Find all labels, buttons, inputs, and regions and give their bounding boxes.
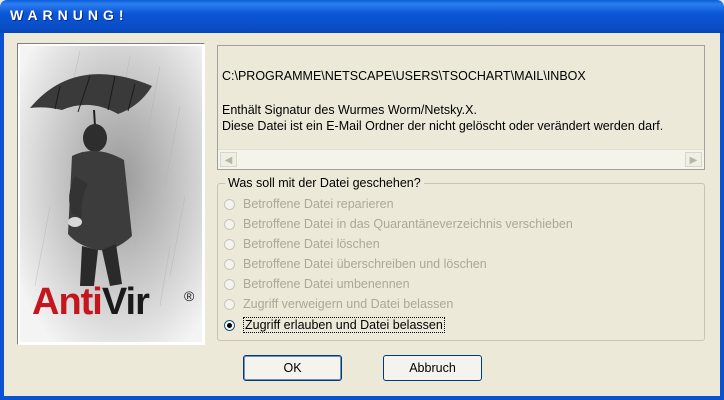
- ok-button[interactable]: OK: [243, 355, 342, 381]
- logo-anti: Anti: [32, 281, 103, 323]
- radio-deny-access: [224, 298, 235, 310]
- title-bar[interactable]: WARNUNG!: [0, 0, 724, 33]
- option-repair: Betroffene Datei reparieren: [224, 195, 394, 213]
- option-deny-access-label: Zugriff verweigern und Datei belassen: [243, 297, 454, 311]
- radio-allow-access[interactable]: [224, 319, 235, 331]
- horizontal-scrollbar[interactable]: ◀ ▶: [218, 149, 704, 169]
- antivir-logo-text: AntiVir: [32, 281, 150, 323]
- window-frame-right: [720, 33, 724, 400]
- radio-quarantine: [224, 218, 235, 230]
- window-frame-bottom: [0, 396, 724, 400]
- registered-mark: ®: [184, 288, 195, 304]
- option-delete: Betroffene Datei löschen: [224, 235, 380, 253]
- window-title: WARNUNG!: [10, 7, 129, 23]
- option-overwrite-delete-label: Betroffene Datei überschreiben und lösch…: [243, 257, 487, 271]
- logo-vir: Vir: [101, 281, 150, 323]
- option-quarantine-label: Betroffene Datei in das Quarantäneverzei…: [243, 217, 573, 231]
- option-allow-access[interactable]: Zugriff erlauben und Datei belassen: [224, 316, 445, 334]
- warning-dialog: WARNUNG! AntiVir ® C:\PROGRAMME\NETSCAPE…: [0, 0, 724, 400]
- option-repair-label: Betroffene Datei reparieren: [243, 197, 394, 211]
- radio-rename: [224, 278, 235, 290]
- action-group-legend: Was soll mit der Datei geschehen?: [225, 176, 424, 190]
- radio-delete: [224, 238, 235, 250]
- option-overwrite-delete: Betroffene Datei überschreiben und lösch…: [224, 255, 487, 273]
- scroll-left-icon[interactable]: ◀: [220, 152, 237, 167]
- option-delete-label: Betroffene Datei löschen: [243, 237, 380, 251]
- option-deny-access: Zugriff verweigern und Datei belassen: [224, 295, 453, 313]
- radio-repair: [224, 198, 235, 210]
- option-rename: Betroffene Datei umbenennen: [224, 275, 410, 293]
- signature-text: Enthält Signatur des Wurmes Worm/Netsky.…: [222, 103, 477, 117]
- cancel-button[interactable]: Abbruch: [383, 355, 482, 381]
- radio-overwrite-delete: [224, 258, 235, 270]
- window-frame-left: [0, 33, 4, 400]
- option-rename-label: Betroffene Datei umbenennen: [243, 277, 410, 291]
- message-text-box[interactable]: C:\PROGRAMME\NETSCAPE\USERS\TSOCHART\MAI…: [217, 45, 705, 170]
- scroll-right-icon[interactable]: ▶: [685, 152, 702, 167]
- option-quarantine: Betroffene Datei in das Quarantäneverzei…: [224, 215, 573, 233]
- file-path-text: C:\PROGRAMME\NETSCAPE\USERS\TSOCHART\MAI…: [222, 69, 586, 83]
- antivir-logo-panel: AntiVir ®: [17, 43, 205, 345]
- mail-folder-text: Diese Datei ist ein E-Mail Ordner der ni…: [222, 119, 664, 133]
- option-allow-access-label[interactable]: Zugriff erlauben und Datei belassen: [243, 317, 445, 333]
